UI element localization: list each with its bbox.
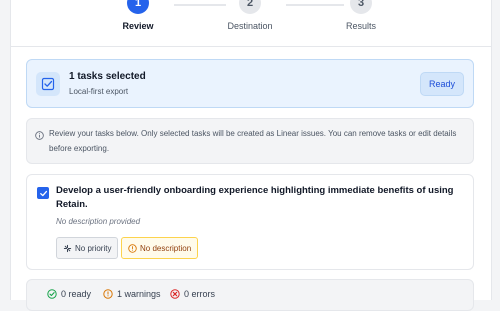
- ready-status-badge: Ready: [419, 72, 464, 96]
- task-card: Develop a user-friendly onboarding exper…: [26, 174, 474, 270]
- task-description: No description provided: [56, 217, 141, 226]
- selection-summary-card: 1 tasks selected Local-first export Read…: [26, 59, 474, 108]
- step-2-label[interactable]: Destination: [227, 21, 272, 31]
- review-info-text: Review your tasks below. Only selected t…: [49, 129, 457, 153]
- warning-circle-icon: [128, 243, 137, 253]
- export-panel: 1 Review 2 Destination 3 Results 1 tasks…: [10, 0, 492, 311]
- warnings-count: 1 warnings: [103, 289, 161, 299]
- export-stepper: 1 Review 2 Destination 3 Results: [11, 0, 491, 47]
- step-2-indicator[interactable]: 2: [239, 0, 261, 14]
- validation-status-bar: 0 ready 1 warnings 0 errors: [26, 279, 474, 311]
- errors-count: 0 errors: [170, 289, 215, 299]
- step-3-label[interactable]: Results: [346, 21, 376, 31]
- step-connector-2: [286, 4, 344, 6]
- missing-description-label: No description: [140, 243, 192, 253]
- selection-count-title: 1 tasks selected: [69, 71, 146, 82]
- ready-count-label: 0 ready: [61, 289, 92, 299]
- ready-count: 0 ready: [47, 289, 91, 299]
- checklist-icon: [36, 72, 60, 96]
- priority-chip-label: No priority: [75, 243, 112, 253]
- check-circle-icon: [47, 289, 57, 299]
- warning-icon: [103, 289, 113, 299]
- check-icon: [39, 190, 47, 196]
- step-1-label[interactable]: Review: [122, 21, 153, 31]
- error-icon: [170, 289, 180, 299]
- errors-count-label: 0 errors: [184, 289, 216, 299]
- missing-description-chip[interactable]: No description: [121, 237, 199, 259]
- step-connector-1: [174, 4, 226, 6]
- step-3-indicator[interactable]: 3: [350, 0, 372, 14]
- priority-chip[interactable]: No priority: [56, 237, 119, 259]
- export-mode-subtitle: Local-first export: [69, 87, 129, 96]
- warnings-count-label: 1 warnings: [117, 289, 161, 299]
- no-priority-icon: [63, 244, 72, 252]
- step-1-indicator[interactable]: 1: [127, 0, 149, 14]
- task-title[interactable]: Develop a user-friendly onboarding exper…: [56, 184, 456, 212]
- review-info-note: Review your tasks below. Only selected t…: [26, 118, 474, 164]
- info-icon: [35, 127, 44, 145]
- task-select-checkbox[interactable]: [37, 187, 49, 199]
